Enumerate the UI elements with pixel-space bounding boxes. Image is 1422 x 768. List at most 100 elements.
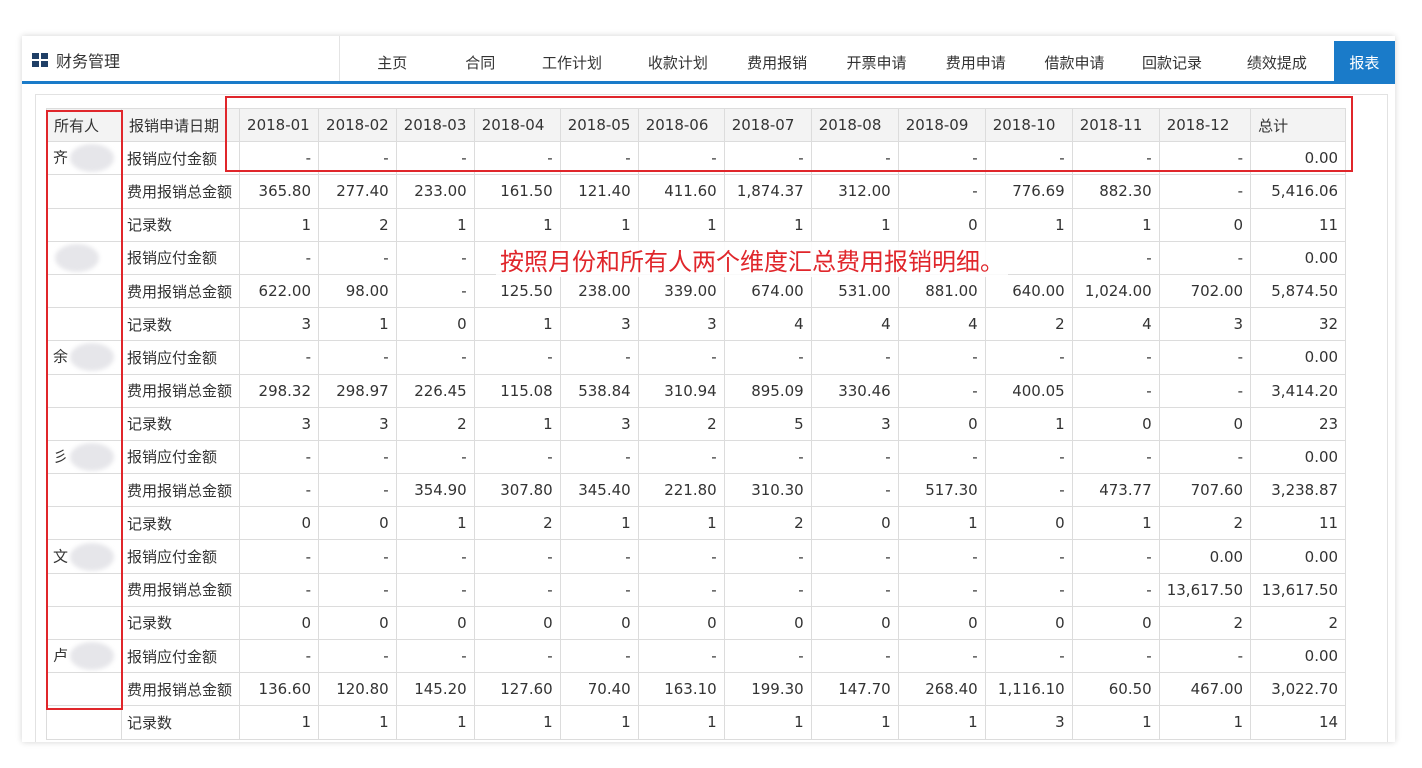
month-value-cell: -	[810, 340, 899, 375]
month-value-cell: -	[984, 141, 1073, 176]
column-header[interactable]: 总计	[1250, 107, 1347, 143]
tab-5[interactable]: 开票申请	[827, 36, 927, 81]
month-value-cell: 145.20	[395, 672, 475, 707]
month-value-cell: 0	[897, 207, 986, 242]
total-cell: 0.00	[1250, 638, 1347, 674]
column-header[interactable]: 2018-12	[1158, 107, 1252, 143]
month-value-cell: -	[1071, 539, 1160, 574]
column-header[interactable]: 2018-02	[318, 107, 397, 143]
month-value-cell: 622.00	[239, 273, 320, 309]
owner-initial: 齐	[53, 148, 69, 167]
total-cell: 11	[1250, 207, 1347, 242]
month-value-cell: 1	[473, 207, 561, 242]
column-header[interactable]: 2018-03	[395, 107, 475, 143]
total-cell: 14	[1250, 705, 1347, 740]
month-value-cell: 0	[1071, 406, 1160, 441]
month-value-cell: -	[239, 539, 320, 574]
column-header[interactable]: 2018-07	[723, 107, 812, 143]
tab-7[interactable]: 借款申请	[1025, 36, 1124, 81]
column-header[interactable]: 所有人	[45, 107, 123, 143]
month-value-cell: 3	[318, 406, 397, 441]
column-header[interactable]: 报销申请日期	[121, 107, 241, 143]
month-value-cell: -	[810, 638, 899, 674]
table-row: 文报销应付金额 - - - - - - - - - - -0.00 0.00	[45, 539, 1347, 574]
table-row: 记录数 0 0 0 0 0 0 0 0 0 0 0 2 2	[45, 605, 1347, 641]
column-header[interactable]: 2018-08	[810, 107, 899, 143]
month-value-cell: 1	[897, 705, 986, 740]
tab-4[interactable]: 费用报销	[728, 36, 827, 81]
owner-cell: 卢	[45, 638, 123, 674]
owner-cell	[45, 572, 123, 607]
column-header[interactable]: 2018-05	[559, 107, 639, 143]
column-header[interactable]: 2018-09	[897, 107, 986, 143]
tab-3[interactable]: 收款计划	[628, 36, 728, 81]
month-value-cell: -	[395, 273, 475, 309]
month-value-cell: -	[559, 539, 639, 574]
month-value-cell: 1	[395, 506, 475, 541]
tab-10[interactable]: 报表	[1333, 41, 1395, 81]
metric-label-cell: 费用报销总金额	[121, 572, 241, 607]
month-value-cell: -	[1158, 373, 1252, 408]
app-window: 财务管理 主页 合同 工作计划 收款计划 费用报销 开票申请 费用申请 借款申请 回款记录 绩效提…	[22, 36, 1395, 742]
table-row: 费用报销总金额 622.00 98.00-125.50 238.00 339.00 674…	[45, 273, 1347, 309]
total-cell: 3,238.87	[1250, 473, 1347, 508]
metric-label-cell: 记录数	[121, 307, 241, 342]
month-value-cell: 4	[1071, 307, 1160, 342]
total-cell: 5,874.50	[1250, 273, 1347, 309]
month-value-cell: -	[239, 638, 320, 674]
redacted-name-blur	[55, 243, 99, 272]
month-value-cell: 2	[473, 506, 561, 541]
month-value-cell: -	[810, 572, 899, 607]
metric-label-cell: 记录数	[121, 506, 241, 541]
month-value-cell: 2	[637, 406, 725, 441]
column-header[interactable]: 2018-11	[1071, 107, 1160, 143]
month-value-cell: -	[984, 638, 1073, 674]
month-value-cell: 1	[723, 705, 812, 740]
column-header[interactable]: 2018-06	[637, 107, 725, 143]
month-value-cell: 1	[559, 705, 639, 740]
metric-label-cell: 记录数	[121, 406, 241, 441]
month-value-cell: 0	[1071, 605, 1160, 641]
month-value-cell: -	[318, 240, 397, 275]
month-value-cell: 121.40	[559, 174, 639, 209]
column-header[interactable]: 2018-01	[239, 107, 320, 143]
owner-cell: 余	[45, 340, 123, 375]
month-value-cell: -	[239, 572, 320, 607]
month-value-cell: 0	[395, 605, 475, 641]
month-value-cell: 354.90	[395, 473, 475, 508]
month-value-cell: -	[318, 141, 397, 176]
month-value-cell: 674.00	[723, 273, 812, 309]
column-header[interactable]: 2018-10	[984, 107, 1073, 143]
tab-9[interactable]: 绩效提成	[1220, 36, 1334, 81]
month-value-cell: 330.46	[810, 373, 899, 408]
month-value-cell: -	[1158, 240, 1252, 275]
tab-6[interactable]: 费用申请	[926, 36, 1025, 81]
month-value-cell: -	[559, 638, 639, 674]
month-value-cell: 1	[559, 506, 639, 541]
month-value-cell: -	[897, 638, 986, 674]
month-value-cell: 2	[1158, 605, 1252, 641]
month-value-cell: 3	[239, 406, 320, 441]
month-value-cell: -	[723, 572, 812, 607]
tab-1[interactable]: 合同	[444, 36, 516, 81]
month-value-cell: -	[1071, 439, 1160, 475]
month-value-cell: -	[810, 539, 899, 574]
table-row: 费用报销总金额 - -354.90 307.80 345.40 221.80 310.30-…	[45, 473, 1347, 508]
column-header[interactable]: 2018-04	[473, 107, 561, 143]
month-value-cell: -	[1071, 240, 1160, 275]
month-value-cell: 1	[239, 705, 320, 740]
month-value-cell: -	[984, 539, 1073, 574]
month-value-cell: 1,116.10	[984, 672, 1073, 707]
table-row: 卢报销应付金额 - - - - - - - - - - - -0.00	[45, 638, 1347, 674]
month-value-cell: -	[723, 141, 812, 176]
tab-8[interactable]: 回款记录	[1124, 36, 1220, 81]
table-row: 记录数 3 1 0 1 3 3 4 4 4 2 4 3 32	[45, 307, 1347, 342]
month-value-cell: 1	[810, 207, 899, 242]
month-value-cell: -	[473, 638, 561, 674]
month-value-cell: 233.00	[395, 174, 475, 209]
table-row: 费用报销总金额 298.32 298.97 226.45 115.08 538.84 310…	[45, 373, 1347, 408]
month-value-cell: 473.77	[1071, 473, 1160, 508]
month-value-cell: 1	[810, 705, 899, 740]
tab-2[interactable]: 工作计划	[516, 36, 628, 81]
tab-0[interactable]: 主页	[340, 36, 444, 81]
